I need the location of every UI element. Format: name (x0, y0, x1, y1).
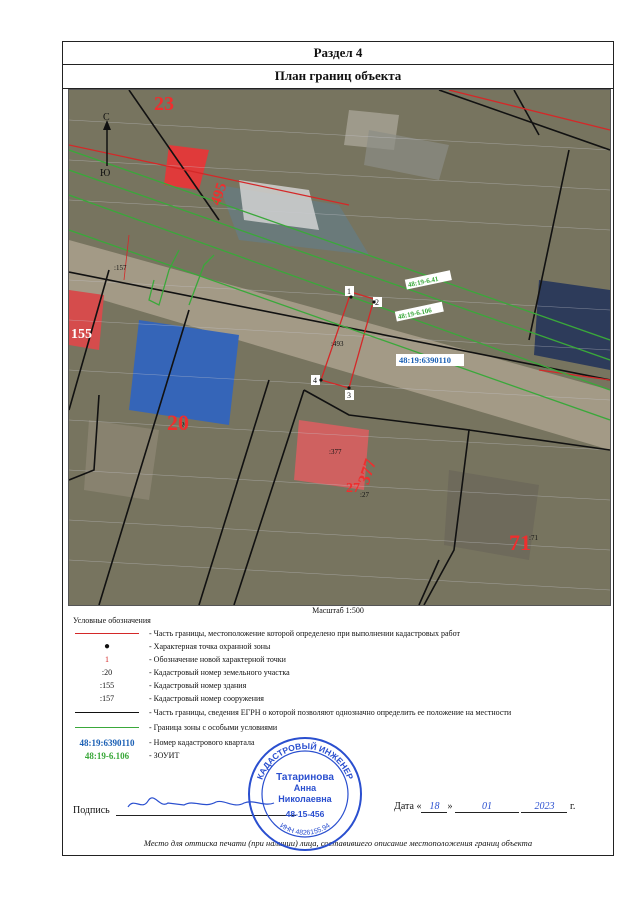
official-stamp: КАДАСТРОВЫЙ ИНЖЕНЕР ИНН 4826155.94 Татар… (248, 737, 362, 851)
zouit-symbol: 48:19-6.106 (84, 751, 130, 761)
legend-title: Условные обозначения (73, 616, 151, 625)
date-row: Дата «18» 01 2023 г. (394, 801, 576, 813)
signature-label: Подпись (73, 805, 110, 816)
point-2: 2 (375, 298, 379, 307)
stamp-line3: Николаевна (278, 794, 332, 804)
date-suffix: г. (569, 801, 576, 812)
point-symbol: ● (103, 641, 111, 652)
label-parcel-377: :377 (329, 448, 342, 456)
stamp-bottom-text: ИНН 4826155.94 (279, 822, 332, 836)
date-month: 01 (454, 801, 519, 813)
red-line-symbol (75, 633, 139, 634)
black-line-symbol (75, 712, 139, 713)
svg-text:ИНН 4826155.94: ИНН 4826155.94 (279, 822, 332, 836)
legend-row: - Часть границы, местоположение которой … (63, 628, 613, 640)
section-title: Раздел 4 (63, 42, 613, 65)
legend-row: 1 - Обозначение новой характерной точки (63, 654, 613, 666)
legend-row: :20 - Кадастровый номер земельного участ… (63, 667, 613, 679)
structure-number-symbol: :157 (99, 694, 115, 703)
compass-north: С (103, 112, 110, 123)
label-quarter-71: 71 (509, 530, 531, 555)
date-year: 2023 (521, 801, 568, 813)
date-day: 18 (421, 801, 448, 813)
map-svg: С Ю 23 495 :157 155 :20 20 :493 377 :377… (69, 90, 610, 605)
legend-row: - Граница зоны с особыми условиями (63, 722, 613, 734)
stamp-line1: Татаринова (276, 772, 334, 783)
compass-south: Ю (100, 168, 110, 179)
label-structure-157: :157 (114, 264, 127, 272)
document-sheet: Раздел 4 План границ объекта С Ю 23 495 … (62, 41, 614, 856)
label-quarter-23: 23 (154, 93, 174, 115)
label-parcel-27: :27 (360, 491, 369, 499)
point-number-symbol: 1 (105, 655, 109, 664)
point-1: 1 (347, 287, 351, 296)
label-quarter-27: 27 (346, 481, 360, 496)
date-label: Дата (394, 801, 414, 812)
satellite-map[interactable]: С Ю 23 495 :157 155 :20 20 :493 377 :377… (68, 89, 611, 606)
label-parcel-493: :493 (331, 340, 344, 348)
legend-row: :155 - Кадастровый номер здания (63, 680, 613, 692)
building-number-symbol: :155 (99, 681, 115, 690)
label-parcel-71: :71 (529, 534, 538, 542)
legend-row: :157 - Кадастровый номер сооружения (63, 693, 613, 705)
green-line-symbol (75, 727, 139, 728)
legend-row: - Часть границы, сведения ЕГРН о которой… (63, 707, 613, 719)
label-building-155: 155 (71, 327, 92, 342)
point-4: 4 (313, 376, 317, 385)
stamp-line4: 48-15-456 (286, 809, 325, 819)
point-3: 3 (347, 391, 351, 400)
legend-row: ● - Характерная точка охранной зоны (63, 641, 613, 653)
stamp-line2: Анна (294, 783, 317, 793)
parcel-number-symbol: :20 (101, 668, 113, 677)
plan-title: План границ объекта (63, 65, 613, 89)
label-quarter-20: 20 (167, 410, 189, 435)
map-scale: Масштаб 1:500 (312, 606, 364, 615)
quarter-number-symbol: 48:19:6390110 (79, 738, 135, 748)
label-quarter-number: 48:19:6390110 (399, 355, 451, 365)
